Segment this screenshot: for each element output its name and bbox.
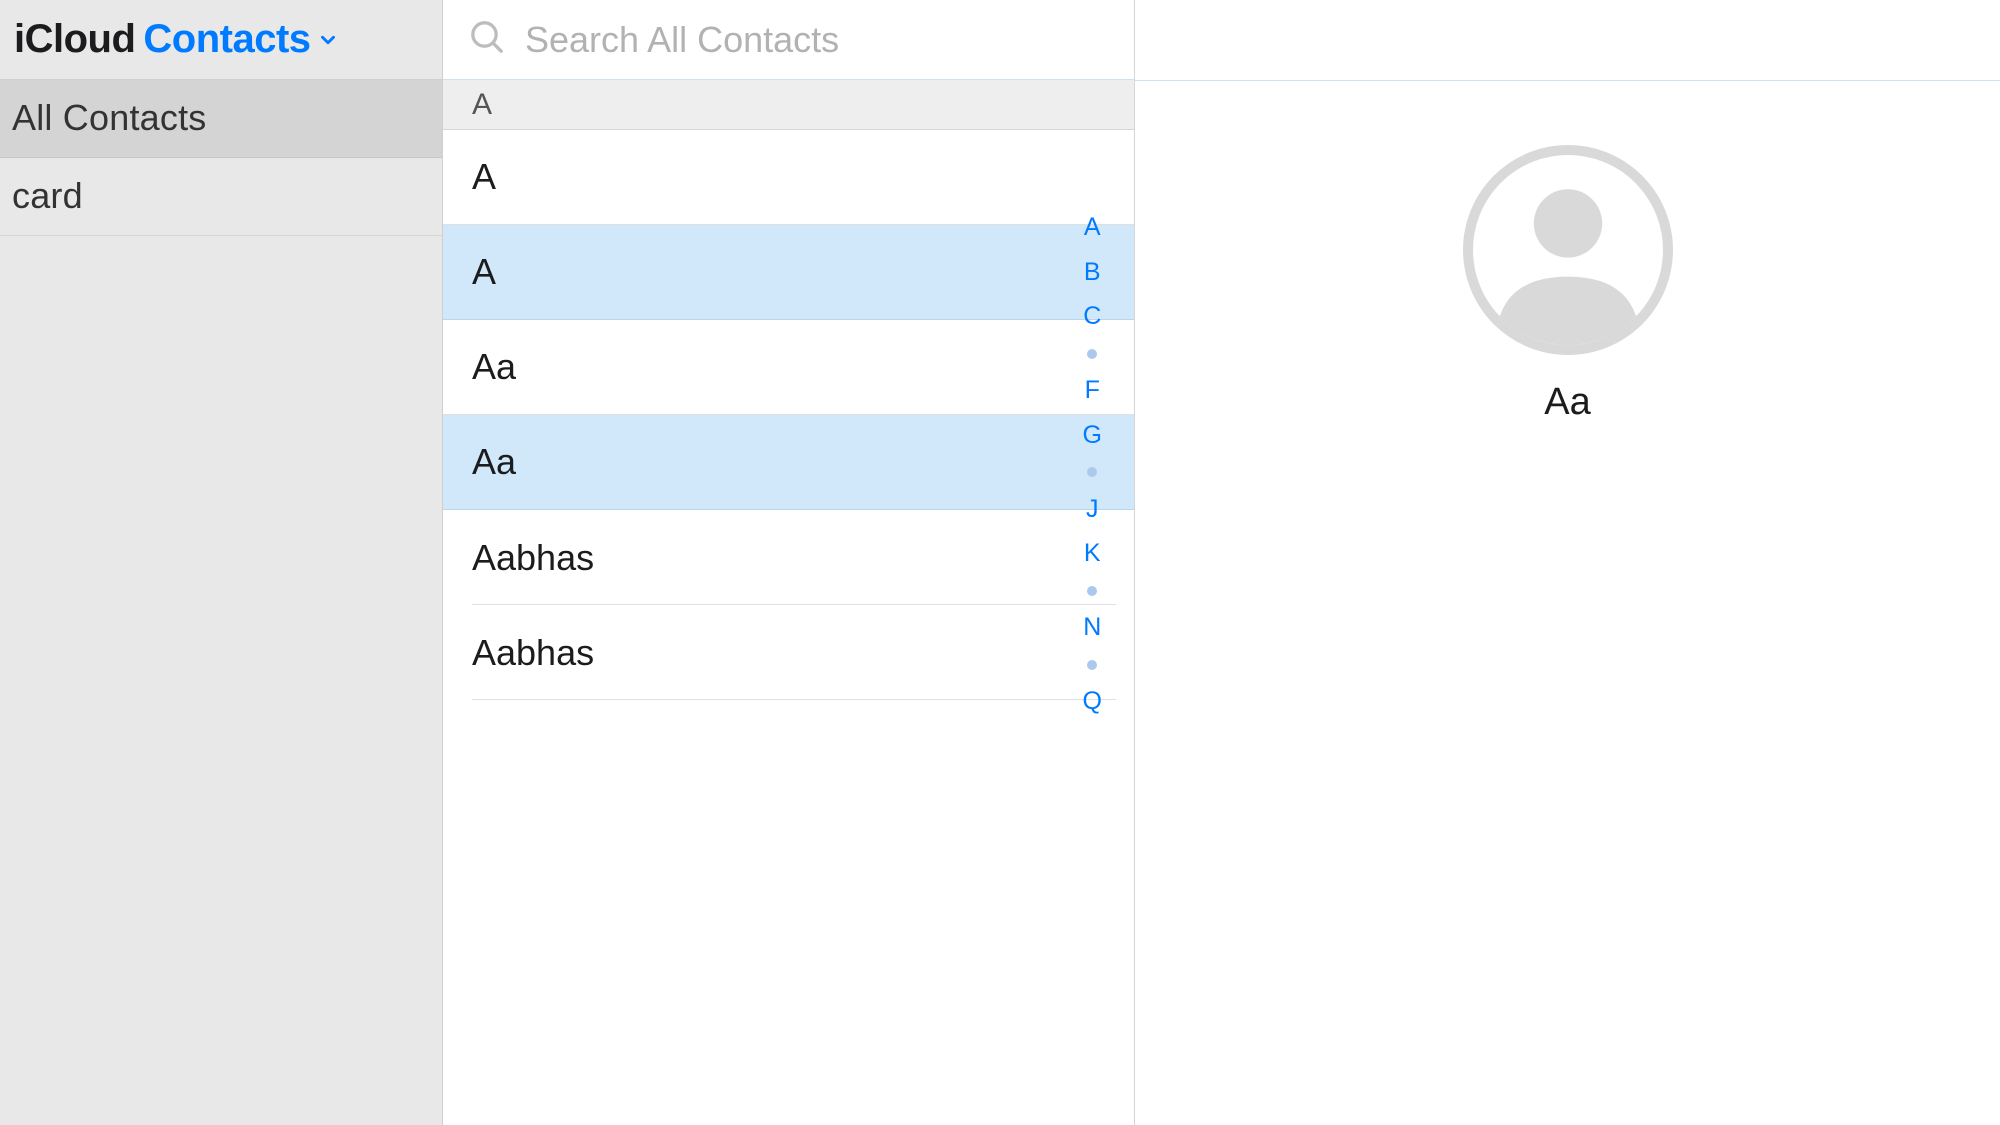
sidebar: iCloud Contacts All Contacts card xyxy=(0,0,443,1125)
alpha-index-letter[interactable]: A xyxy=(1084,215,1101,240)
alpha-index-dot[interactable] xyxy=(1087,586,1097,596)
contact-list-column: A A A Aa Aa Aabhas Aabhas A B xyxy=(443,0,1135,1125)
app-name: Contacts xyxy=(143,17,310,62)
alpha-index-dot[interactable] xyxy=(1087,467,1097,477)
contact-row[interactable]: Aa xyxy=(443,320,1134,415)
contact-row[interactable]: Aabhas xyxy=(443,605,1134,700)
alpha-index-letter[interactable]: J xyxy=(1086,497,1099,522)
contact-name: A xyxy=(472,156,496,198)
sidebar-group-list: All Contacts card xyxy=(0,80,442,236)
contact-name: A xyxy=(472,251,496,293)
section-header: A xyxy=(443,80,1134,130)
search-row xyxy=(443,0,1134,80)
alpha-index-letter[interactable]: F xyxy=(1085,378,1100,403)
contact-row[interactable]: A xyxy=(443,130,1134,225)
app-root: iCloud Contacts All Contacts card A xyxy=(0,0,2000,1125)
alpha-index-letter[interactable]: N xyxy=(1083,615,1101,640)
sidebar-item-all-contacts[interactable]: All Contacts xyxy=(0,80,442,158)
person-icon xyxy=(1473,155,1663,345)
alpha-index-dot[interactable] xyxy=(1087,660,1097,670)
alpha-index-dot[interactable] xyxy=(1087,349,1097,359)
chevron-down-icon[interactable] xyxy=(317,29,339,51)
service-name: iCloud xyxy=(14,17,135,62)
detail-contact-name: Aa xyxy=(1544,381,1590,424)
app-title: iCloud Contacts xyxy=(14,17,339,62)
section-letter: A xyxy=(472,88,492,122)
contacts-list: A A Aa Aa Aabhas Aabhas xyxy=(443,130,1134,1125)
avatar xyxy=(1463,145,1673,355)
contact-row[interactable]: A xyxy=(443,225,1134,320)
sidebar-item-card[interactable]: card xyxy=(0,158,442,236)
detail-divider xyxy=(1135,80,2000,81)
contact-name: Aa xyxy=(472,441,516,483)
alpha-index-letter[interactable]: Q xyxy=(1083,689,1102,714)
sidebar-header[interactable]: iCloud Contacts xyxy=(0,0,442,80)
search-icon xyxy=(467,17,507,62)
sidebar-item-label: card xyxy=(12,175,83,216)
alpha-index-letter[interactable]: B xyxy=(1084,260,1101,285)
alpha-index-letter[interactable]: K xyxy=(1084,541,1101,566)
contact-row[interactable]: Aa xyxy=(443,415,1134,510)
search-input[interactable] xyxy=(525,19,1134,61)
contact-row[interactable]: Aabhas xyxy=(443,510,1134,605)
alpha-index-letter[interactable]: C xyxy=(1083,304,1101,329)
contact-name: Aa xyxy=(472,346,516,388)
sidebar-item-label: All Contacts xyxy=(12,97,206,138)
contact-detail: Aa xyxy=(1135,0,2000,1125)
alpha-index-letter[interactable]: G xyxy=(1083,423,1102,448)
contact-name: Aabhas xyxy=(472,537,594,579)
alphabet-index: A B C F G J K N Q xyxy=(1083,215,1102,714)
contact-name: Aabhas xyxy=(472,632,594,674)
